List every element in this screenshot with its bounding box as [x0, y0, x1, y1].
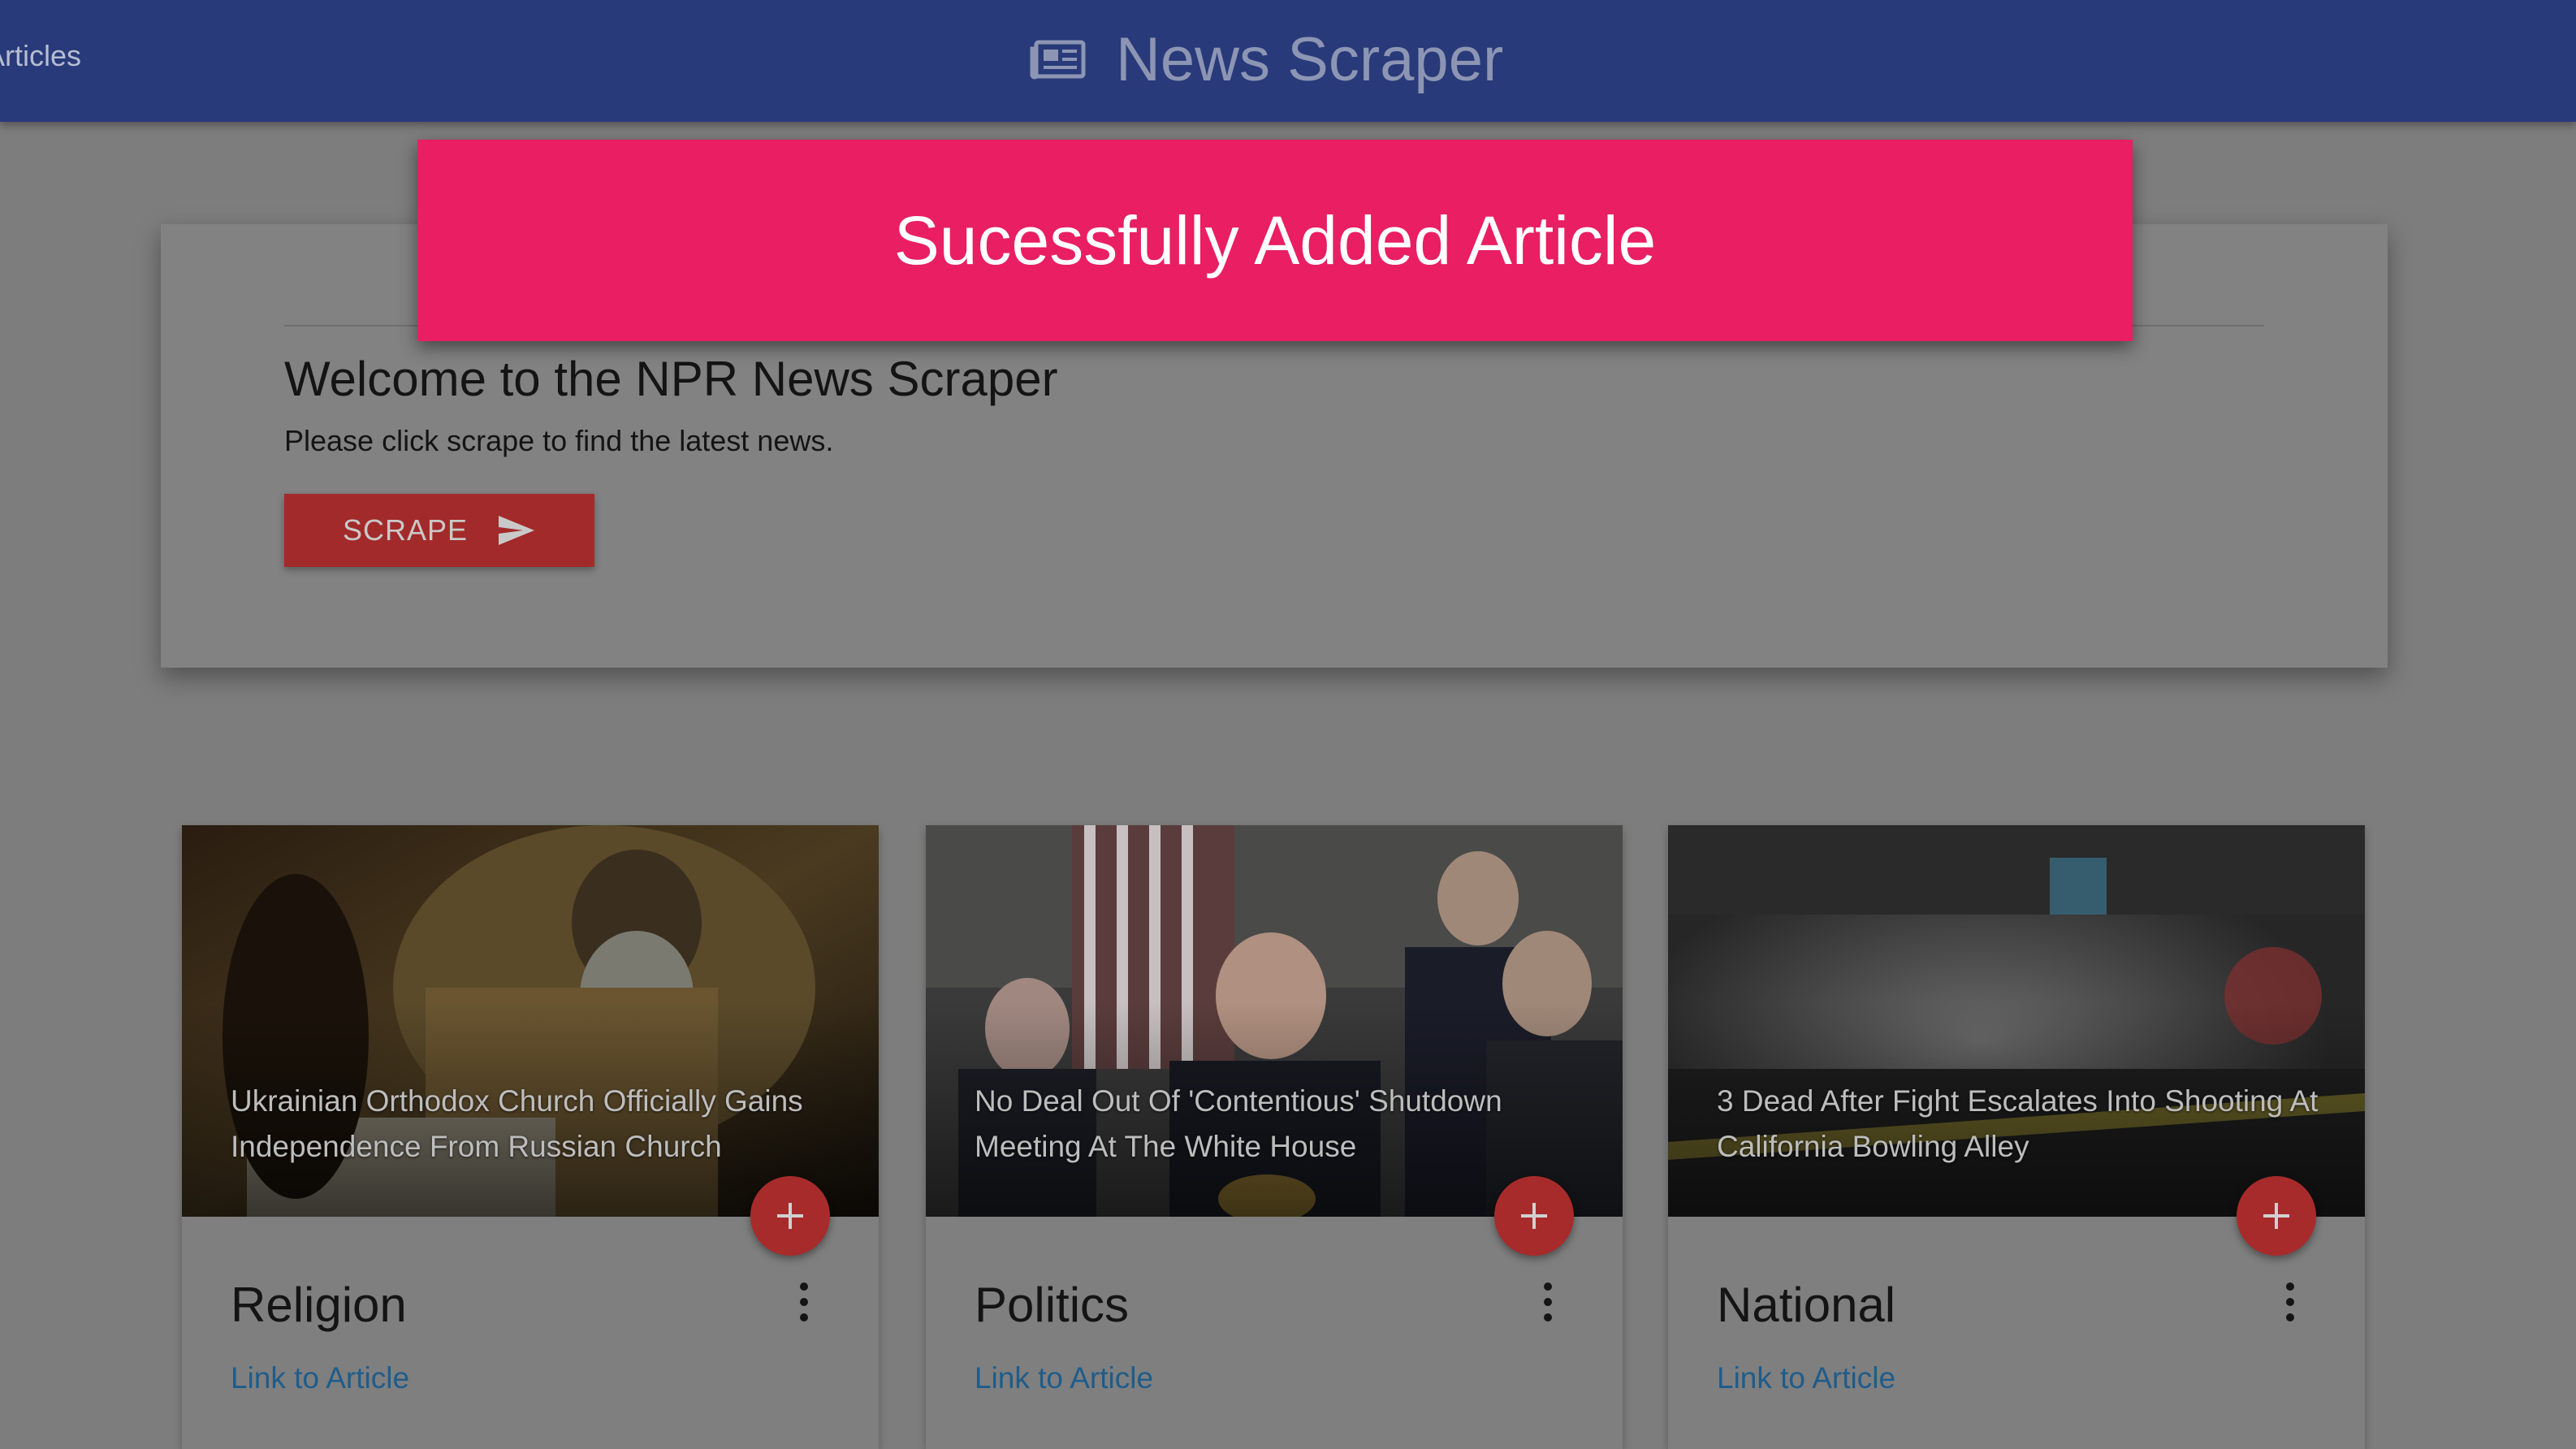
article-link[interactable]: Link to Article [975, 1361, 1153, 1395]
add-article-button[interactable] [2237, 1176, 2316, 1256]
brand[interactable]: News Scraper [1030, 15, 1503, 104]
more-vert-icon[interactable] [797, 1282, 810, 1322]
article-card: 3 Dead After Fight Escalates Into Shooti… [1668, 825, 2365, 1449]
article-link[interactable]: Link to Article [1717, 1361, 1895, 1395]
toast-message: Sucessfully Added Article [893, 201, 1657, 279]
scrape-button[interactable]: SCRAPE [284, 494, 594, 567]
welcome-subtitle: Please click scrape to find the latest n… [284, 424, 834, 457]
article-headline: Ukrainian Orthodox Church Officially Gai… [231, 1084, 803, 1163]
plus-icon [1521, 1203, 1547, 1229]
article-category: Religion [231, 1278, 407, 1332]
article-headline: 3 Dead After Fight Escalates Into Shooti… [1717, 1084, 2319, 1163]
article-card: No Deal Out Of 'Contentious' Shutdown Me… [926, 825, 1623, 1449]
brand-title: News Scraper [1116, 24, 1504, 94]
scrape-button-label: SCRAPE [342, 513, 469, 547]
toast-notification: Sucessfully Added Article [417, 140, 2133, 341]
plus-icon [2263, 1203, 2289, 1229]
article-category: National [1717, 1278, 1896, 1332]
newspaper-icon [1030, 40, 1086, 80]
article-headline: No Deal Out Of 'Contentious' Shutdown Me… [975, 1084, 1502, 1163]
nav-link-articles[interactable]: Articles [0, 39, 81, 73]
article-link[interactable]: Link to Article [231, 1361, 409, 1395]
more-vert-icon[interactable] [2284, 1282, 2297, 1322]
add-article-button[interactable] [1494, 1176, 1574, 1256]
welcome-title: Welcome to the NPR News Scraper [284, 352, 1058, 406]
more-vert-icon[interactable] [1541, 1282, 1554, 1322]
article-category: Politics [975, 1278, 1130, 1332]
plus-icon [777, 1203, 803, 1229]
navbar: Articles News Scraper [0, 0, 2576, 122]
add-article-button[interactable] [750, 1176, 830, 1256]
article-card: Ukrainian Orthodox Church Officially Gai… [182, 825, 879, 1449]
send-icon [499, 516, 535, 545]
